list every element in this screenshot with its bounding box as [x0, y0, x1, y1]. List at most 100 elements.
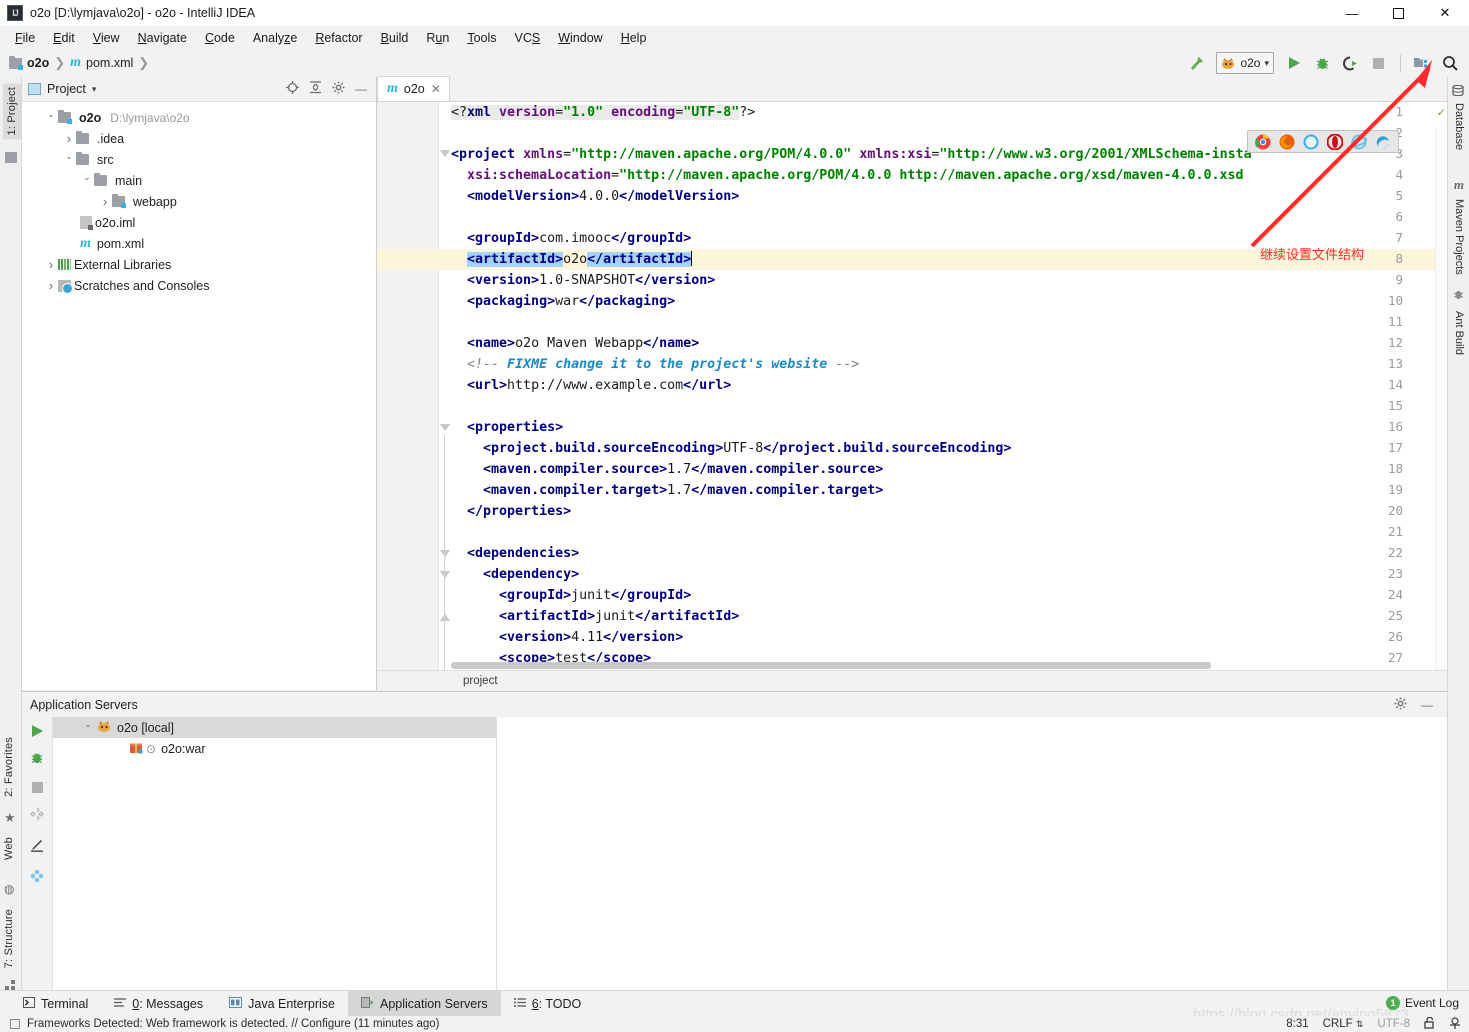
hide-panel-icon[interactable]: — — [1421, 699, 1433, 711]
menu-tools[interactable]: Tools — [458, 29, 505, 47]
chevron-down-icon[interactable] — [80, 175, 94, 186]
tree-item-idea[interactable]: .idea — [22, 128, 376, 149]
menu-code[interactable]: Code — [196, 29, 244, 47]
sidebar-tab-structure[interactable]: 7: Structure — [3, 909, 15, 968]
tree-item-webapp[interactable]: webapp — [22, 191, 376, 212]
source-code-text[interactable]: <?xml version="1.0" encoding="UTF-8"?> <p… — [451, 102, 1447, 690]
sidebar-tab-project[interactable]: 1: Project — [3, 83, 21, 140]
status-message[interactable]: Frameworks Detected: Web framework is de… — [27, 1018, 439, 1030]
stop-button[interactable] — [1365, 51, 1391, 75]
edit-pencil-icon[interactable] — [30, 838, 44, 855]
tab-java-enterprise[interactable]: Java Enterprise — [216, 991, 348, 1017]
chevron-right-icon[interactable] — [98, 194, 112, 209]
tree-item-src[interactable]: src — [22, 149, 376, 170]
search-everywhere-button[interactable] — [1437, 51, 1463, 75]
editor-gutter[interactable] — [377, 102, 439, 690]
close-button[interactable]: ✕ — [1421, 0, 1469, 26]
maximize-button[interactable] — [1375, 0, 1421, 26]
run-configuration-selector[interactable]: o2o ▾ — [1216, 52, 1274, 74]
code-editor[interactable]: 1 2 3 4 5 6 7 8 9 10 11 12 13 14 15 16 1… — [377, 102, 1447, 690]
fold-marker-line23[interactable] — [440, 571, 450, 578]
stop-square-icon[interactable] — [31, 782, 43, 793]
safari-icon[interactable] — [1303, 134, 1319, 150]
locate-target-icon[interactable] — [286, 81, 299, 97]
chrome-icon[interactable] — [1255, 134, 1271, 150]
chevron-down-icon[interactable]: ▾ — [92, 84, 97, 95]
build-hammer-icon[interactable] — [1183, 51, 1209, 75]
unlocked-padlock-icon[interactable] — [1424, 1016, 1435, 1032]
sidebar-tab-ant-build[interactable]: Ant Build — [1453, 311, 1465, 355]
minimize-button[interactable]: — — [1329, 0, 1375, 26]
collapse-all-icon[interactable] — [309, 81, 322, 97]
gear-icon[interactable] — [1394, 697, 1407, 713]
chevron-right-icon[interactable] — [44, 257, 58, 272]
editor-tab-o2o[interactable]: m o2o ✕ — [377, 76, 450, 101]
sidebar-tab-favorites[interactable]: 2: Favorites — [3, 737, 15, 797]
sidebar-tab-maven-projects[interactable]: Maven Projects — [1453, 199, 1465, 275]
notification-square-icon[interactable] — [10, 1019, 20, 1029]
tree-item-scratches-and-consoles[interactable]: Scratches and Consoles — [22, 275, 376, 296]
chevron-down-icon[interactable] — [81, 722, 95, 733]
breadcrumb-file[interactable]: m pom.xml — [70, 55, 133, 71]
fold-marker-line22[interactable] — [440, 550, 450, 557]
settings-icon[interactable] — [30, 869, 44, 886]
fold-marker-line20[interactable] — [440, 614, 450, 621]
tree-item-main[interactable]: main — [22, 170, 376, 191]
sidebar-tab-web[interactable]: Web — [3, 837, 15, 860]
editor-breadcrumb[interactable]: project — [377, 670, 1447, 690]
line-separator[interactable]: CRLF ⇅ — [1323, 1018, 1364, 1030]
menu-edit[interactable]: Edit — [44, 29, 84, 47]
inspection-ok-icon[interactable]: ✓ — [1437, 106, 1446, 119]
menu-vcs[interactable]: VCS — [506, 29, 550, 47]
edge-icon[interactable] — [1375, 134, 1391, 150]
menu-build[interactable]: Build — [372, 29, 418, 47]
fold-marker-line3[interactable] — [440, 150, 450, 157]
project-structure-button[interactable] — [1409, 51, 1435, 75]
hide-panel-icon[interactable]: — — [355, 83, 367, 95]
caret-position[interactable]: 8:31 — [1286, 1018, 1308, 1030]
chevron-right-icon[interactable] — [44, 278, 58, 293]
debug-bug-icon[interactable] — [30, 751, 44, 768]
tab-terminal[interactable]: Terminal — [10, 991, 101, 1017]
run-play-icon[interactable] — [31, 725, 43, 737]
menu-file[interactable]: File — [6, 29, 44, 47]
tree-item-pom-xml[interactable]: m pom.xml — [22, 233, 376, 254]
run-button[interactable] — [1281, 51, 1307, 75]
horizontal-scrollbar[interactable] — [451, 662, 1211, 669]
opera-icon[interactable] — [1326, 133, 1344, 150]
event-log-button[interactable]: 1 Event Log — [1385, 996, 1459, 1010]
panel-splitter[interactable] — [496, 717, 497, 991]
menu-window[interactable]: Window — [549, 29, 611, 47]
open-in-browser-popup[interactable] — [1247, 130, 1399, 153]
menu-run[interactable]: Run — [417, 29, 458, 47]
menu-refactor[interactable]: Refactor — [306, 29, 371, 47]
fold-marker-line16[interactable] — [440, 424, 450, 431]
chevron-down-icon[interactable] — [44, 112, 58, 123]
menu-navigate[interactable]: Navigate — [129, 29, 196, 47]
tab-application-servers[interactable]: Application Servers — [347, 990, 501, 1017]
tab-messages[interactable]: 0: Messages — [101, 991, 216, 1017]
breadcrumb-project[interactable]: o2o — [9, 55, 49, 70]
tree-item-external-libraries[interactable]: External Libraries — [22, 254, 376, 275]
deploy-icon[interactable] — [30, 807, 44, 824]
debug-button[interactable] — [1309, 51, 1335, 75]
gear-icon[interactable] — [332, 81, 345, 97]
hector-hammer-icon[interactable] — [1449, 1016, 1461, 1032]
menu-help[interactable]: Help — [612, 29, 656, 47]
chevron-right-icon[interactable] — [62, 131, 76, 146]
run-with-coverage-button[interactable] — [1337, 51, 1363, 75]
tree-item-o2o[interactable]: o2o D:\lymjava\o2o — [22, 107, 376, 128]
chevron-down-icon[interactable] — [62, 154, 76, 165]
tab-todo[interactable]: 6: TODO — [501, 991, 595, 1017]
server-row-o2o-local[interactable]: o2o [local] — [53, 717, 496, 738]
application-servers-tree[interactable]: o2o [local] ⊙ o2o:war — [52, 717, 1447, 991]
file-encoding[interactable]: UTF-8 — [1377, 1018, 1410, 1030]
menu-analyze[interactable]: Analyze — [244, 29, 306, 47]
editor-scrollbar-track[interactable] — [1435, 127, 1447, 690]
tree-item-o2o-iml[interactable]: o2o.iml — [22, 212, 376, 233]
server-row-o2o-war[interactable]: ⊙ o2o:war — [53, 738, 1447, 759]
close-icon[interactable]: ✕ — [431, 82, 441, 96]
sidebar-tab-database[interactable]: Database — [1453, 103, 1465, 150]
menu-view[interactable]: View — [84, 29, 129, 47]
firefox-icon[interactable] — [1279, 134, 1295, 150]
